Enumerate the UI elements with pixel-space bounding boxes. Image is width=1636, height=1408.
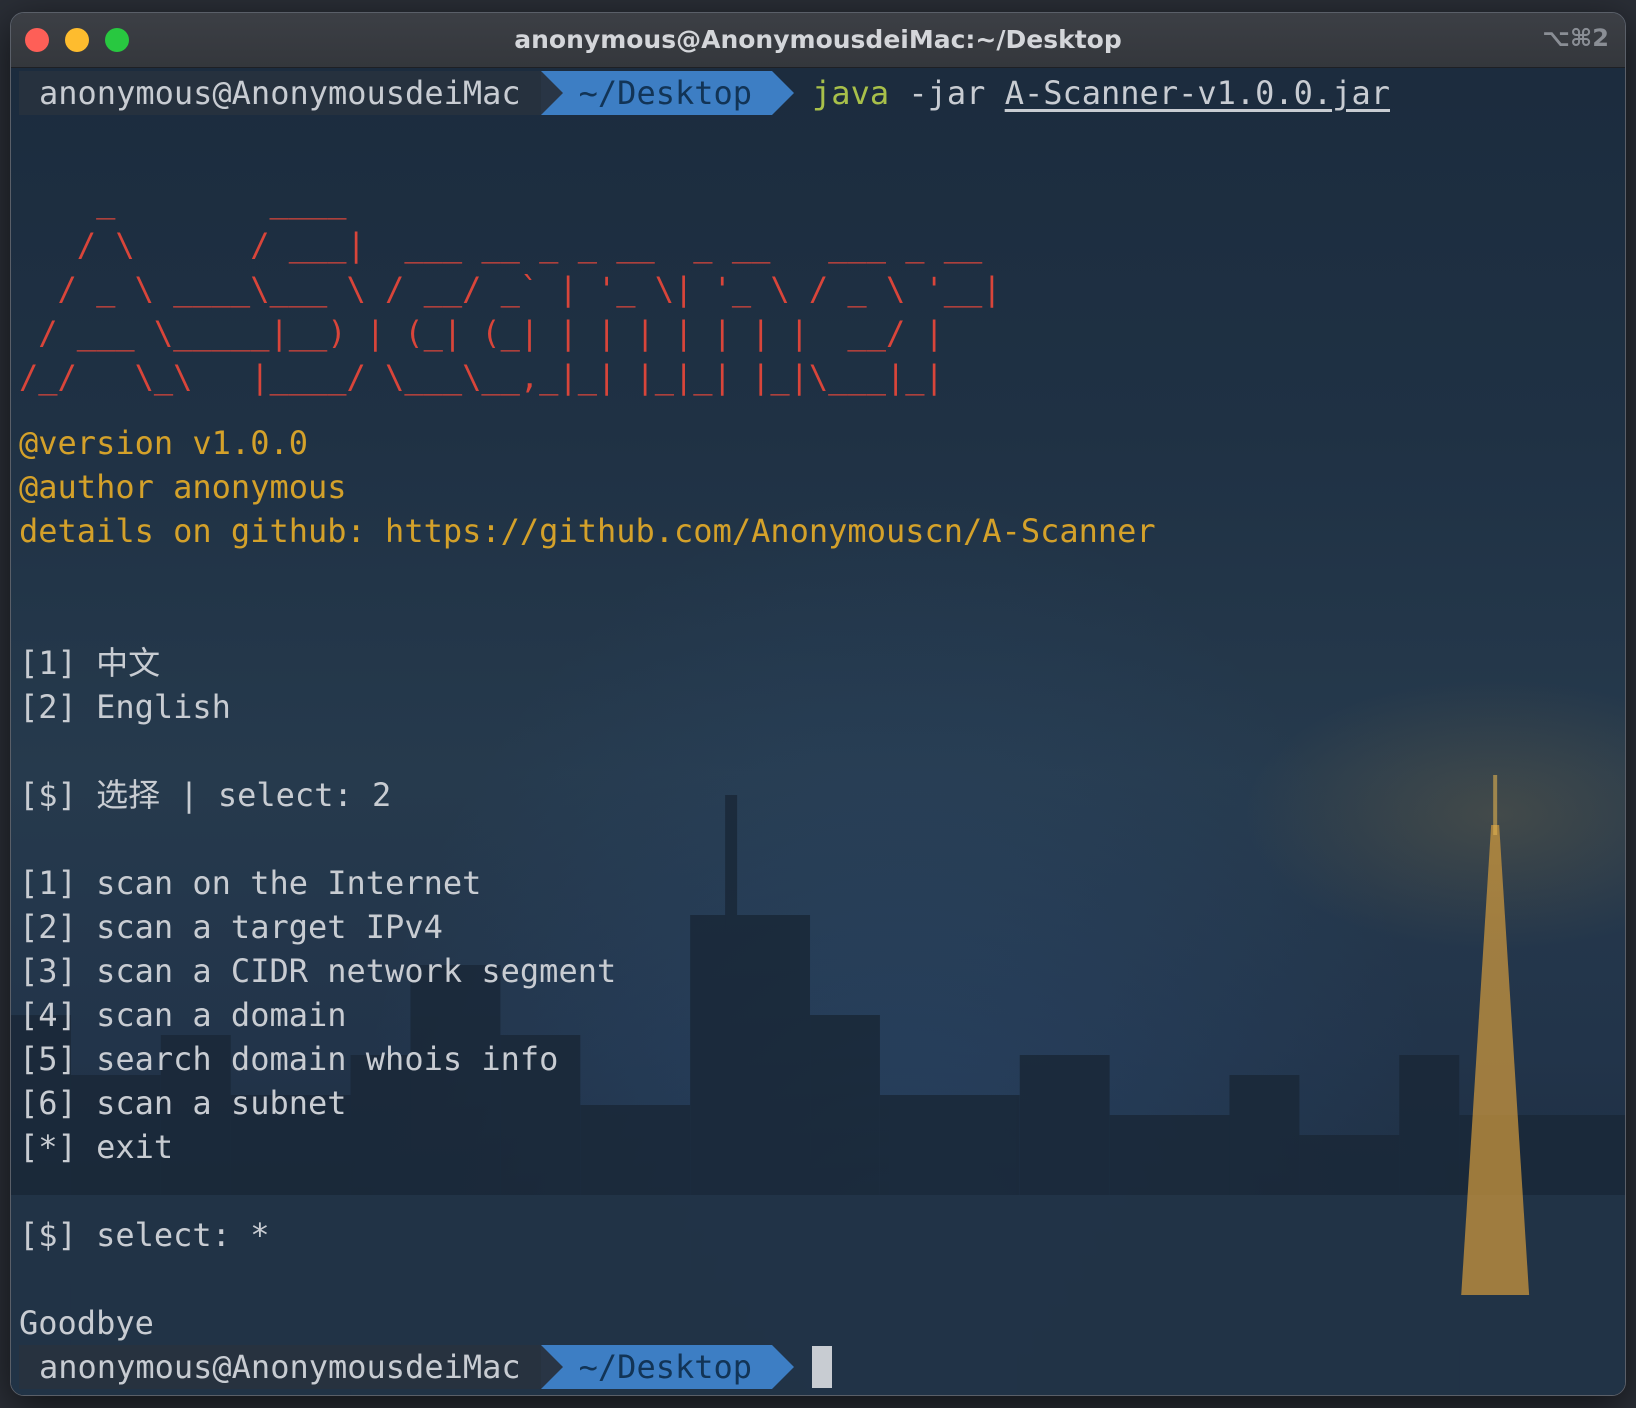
shell-prompt-current: anonymous@AnonymousdeiMac ~/Desktop <box>19 1345 833 1389</box>
terminal-window: anonymous@AnonymousdeiMac:~/Desktop ⌥⌘2 … <box>10 12 1626 1396</box>
command-program: java <box>812 74 890 112</box>
prompt-user-segment: anonymous@AnonymousdeiMac <box>19 1345 541 1389</box>
menu-option-2: [2] scan a target IPv4 <box>19 908 443 946</box>
language-option-1: [1] 中文 <box>19 644 161 682</box>
prompt-directory-segment: ~/Desktop <box>540 71 773 115</box>
menu-option-4: [4] scan a domain <box>19 996 347 1034</box>
ascii-banner: _ ____ / \ / ___| ___ __ _ _ __ _ __ ___… <box>19 182 1002 396</box>
shell-prompt: anonymous@AnonymousdeiMac ~/Desktop java… <box>19 71 1390 115</box>
details-line: details on github: https://github.com/An… <box>19 512 1156 550</box>
command-jar-file-link[interactable]: A-Scanner-v1.0.0.jar <box>1005 74 1390 112</box>
terminal-content[interactable]: anonymous@AnonymousdeiMac ~/Desktop java… <box>11 67 1625 1395</box>
command-flag: -jar <box>908 74 986 112</box>
menu-option-6: [6] scan a subnet <box>19 1084 347 1122</box>
language-option-2: [2] English <box>19 688 231 726</box>
menu-option-5: [5] search domain whois info <box>19 1040 559 1078</box>
language-select-prompt: [$] 选择 | select: 2 <box>19 776 392 814</box>
command-line: java -jar A-Scanner-v1.0.0.jar <box>812 74 1390 112</box>
prompt-directory-segment: ~/Desktop <box>540 1345 773 1389</box>
author-line: @author anonymous <box>19 468 347 506</box>
version-line: @version v1.0.0 <box>19 424 308 462</box>
menu-option-1: [1] scan on the Internet <box>19 864 482 902</box>
window-title: anonymous@AnonymousdeiMac:~/Desktop <box>514 25 1122 54</box>
text-cursor[interactable] <box>812 1346 833 1388</box>
title-bar: anonymous@AnonymousdeiMac:~/Desktop ⌥⌘2 <box>11 13 1625 68</box>
prompt-arrow-icon <box>772 1345 795 1389</box>
goodbye-message: Goodbye <box>19 1304 154 1342</box>
menu-option-exit: [*] exit <box>19 1128 174 1166</box>
menu-option-3: [3] scan a CIDR network segment <box>19 952 617 990</box>
prompt-user-segment: anonymous@AnonymousdeiMac <box>19 71 541 115</box>
prompt-arrow-icon <box>772 71 795 115</box>
menu-select-prompt: [$] select: * <box>19 1216 270 1254</box>
tab-shortcut-label: ⌥⌘2 <box>1542 24 1609 52</box>
